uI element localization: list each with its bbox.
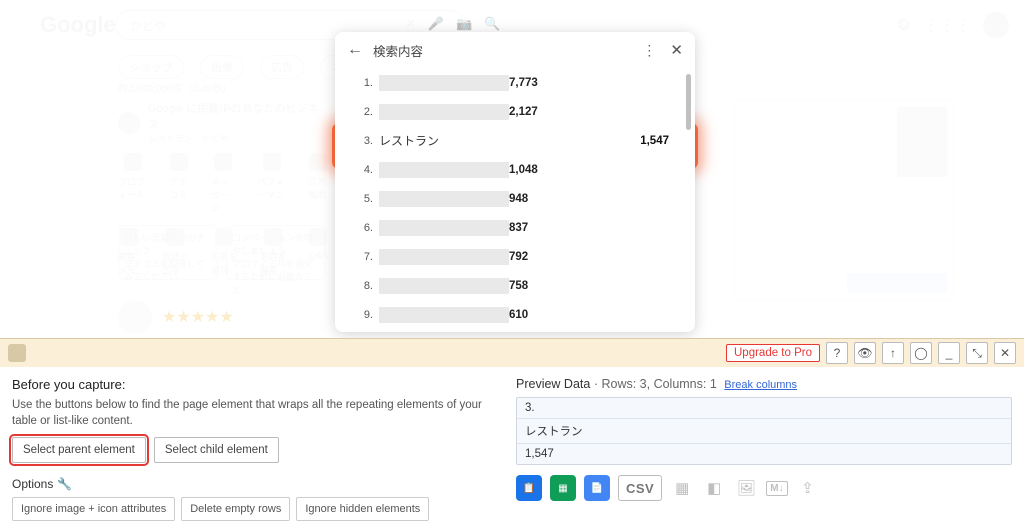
close-icon[interactable]: ✕ <box>670 41 683 59</box>
opt-ignore-hidden[interactable]: Ignore hidden elements <box>296 497 429 521</box>
list-row[interactable]: 9.610 <box>353 300 673 326</box>
docs-export-icon[interactable]: 📄 <box>584 475 610 501</box>
eye-off-icon[interactable]: 👁 <box>854 342 876 364</box>
markdown-export-icon[interactable]: M↓ <box>766 481 787 496</box>
preview-pane: Preview Data · Rows: 3, Columns: 1 Break… <box>510 367 1024 521</box>
google-logo: Google <box>40 12 116 38</box>
list-row[interactable]: 1.7,773 <box>353 68 673 97</box>
gear-icon[interactable]: ⚙ <box>897 15 911 35</box>
apps-icon[interactable]: ⋮⋮⋮ <box>923 15 971 35</box>
minimize-icon[interactable]: _ <box>938 342 960 364</box>
back-icon[interactable]: ← <box>347 41 363 59</box>
collapse-icon[interactable]: ⤡ <box>966 342 988 364</box>
csv-export-button[interactable]: CSV <box>618 475 662 501</box>
scraper-logo-icon <box>8 344 26 362</box>
preview-cell: 1,547 <box>517 444 1011 464</box>
picture-export-icon[interactable]: 🖼 <box>734 476 758 500</box>
suggestion-cards: 新しい営業時間のチェッククチコミを取得してみてください コンバージョンを増やしま… <box>118 225 326 280</box>
search-content-popup: ← 検索内容 ⋮ ✕ 1.7,773 2.2,127 3.レストラン1,547 … <box>335 32 695 332</box>
scraper-panel: Upgrade to Pro ? 👁 ↑ ◯ _ ⤡ ✕ Before you … <box>0 338 1024 520</box>
options-title[interactable]: Options🔧 <box>12 477 498 491</box>
list-row-selected[interactable]: 3.レストラン1,547 <box>353 126 673 155</box>
upgrade-button[interactable]: Upgrade to Pro <box>726 344 820 362</box>
circle-icon[interactable]: ◯ <box>910 342 932 364</box>
select-child-button[interactable]: Select child element <box>154 437 279 463</box>
list-row[interactable]: 7.792 <box>353 242 673 271</box>
preview-cell: レストラン <box>517 419 1011 444</box>
preview-cell: 3. <box>517 398 1011 419</box>
result-stats: 約2,090,000件（0.48秒） <box>118 80 232 95</box>
excel-export-icon[interactable]: ▦ <box>670 476 694 500</box>
scraper-toolbar: Upgrade to Pro ? 👁 ↑ ◯ _ ⤡ ✕ <box>0 339 1024 367</box>
scrollbar[interactable] <box>686 74 691 130</box>
opt-delete-empty[interactable]: Delete empty rows <box>181 497 290 521</box>
share-export-icon[interactable]: ⇪ <box>796 476 820 500</box>
list-row[interactable]: 5.948 <box>353 184 673 213</box>
up-arrow-icon[interactable]: ↑ <box>882 342 904 364</box>
close-panel-icon[interactable]: ✕ <box>994 342 1016 364</box>
more-icon[interactable]: ⋮ <box>642 42 656 59</box>
list-row[interactable]: 6.837 <box>353 213 673 242</box>
capture-settings: Before you capture: Use the buttons belo… <box>0 367 510 521</box>
office-export-icon[interactable]: ◧ <box>702 476 726 500</box>
top-right-icons: ⚙ ⋮⋮⋮ <box>897 12 1009 38</box>
list-row[interactable]: 2.2,127 <box>353 97 673 126</box>
popup-title: 検索内容 <box>373 41 642 60</box>
search-bar-icons: ✕🎤📷🔍 <box>405 16 500 32</box>
sheets-export-icon[interactable]: ▦ <box>550 475 576 501</box>
before-capture-title: Before you capture: <box>12 377 498 392</box>
break-columns-link[interactable]: Break columns <box>724 379 797 391</box>
help-icon[interactable]: ? <box>826 342 848 364</box>
opt-ignore-images[interactable]: Ignore image + icon attributes <box>12 497 175 521</box>
before-capture-desc: Use the buttons below to find the page e… <box>12 398 498 429</box>
knowledge-panel <box>734 100 954 300</box>
list-row[interactable]: 8.758 <box>353 271 673 300</box>
clipboard-export-icon[interactable]: 📋 <box>516 475 542 501</box>
list-row[interactable]: 4.1,048 <box>353 155 673 184</box>
export-row: 📋 ▦ 📄 CSV ▦ ◧ 🖼 M↓ ⇪ <box>516 475 1012 501</box>
wrench-icon: 🔧 <box>57 477 72 491</box>
review-row: ★★★★★ <box>118 300 234 334</box>
preview-title: Preview Data · Rows: 3, Columns: 1 Break… <box>516 377 1012 391</box>
preview-table: 3. レストラン 1,547 <box>516 397 1012 465</box>
select-parent-button[interactable]: Select parent element <box>12 437 146 463</box>
avatar[interactable] <box>983 12 1009 38</box>
